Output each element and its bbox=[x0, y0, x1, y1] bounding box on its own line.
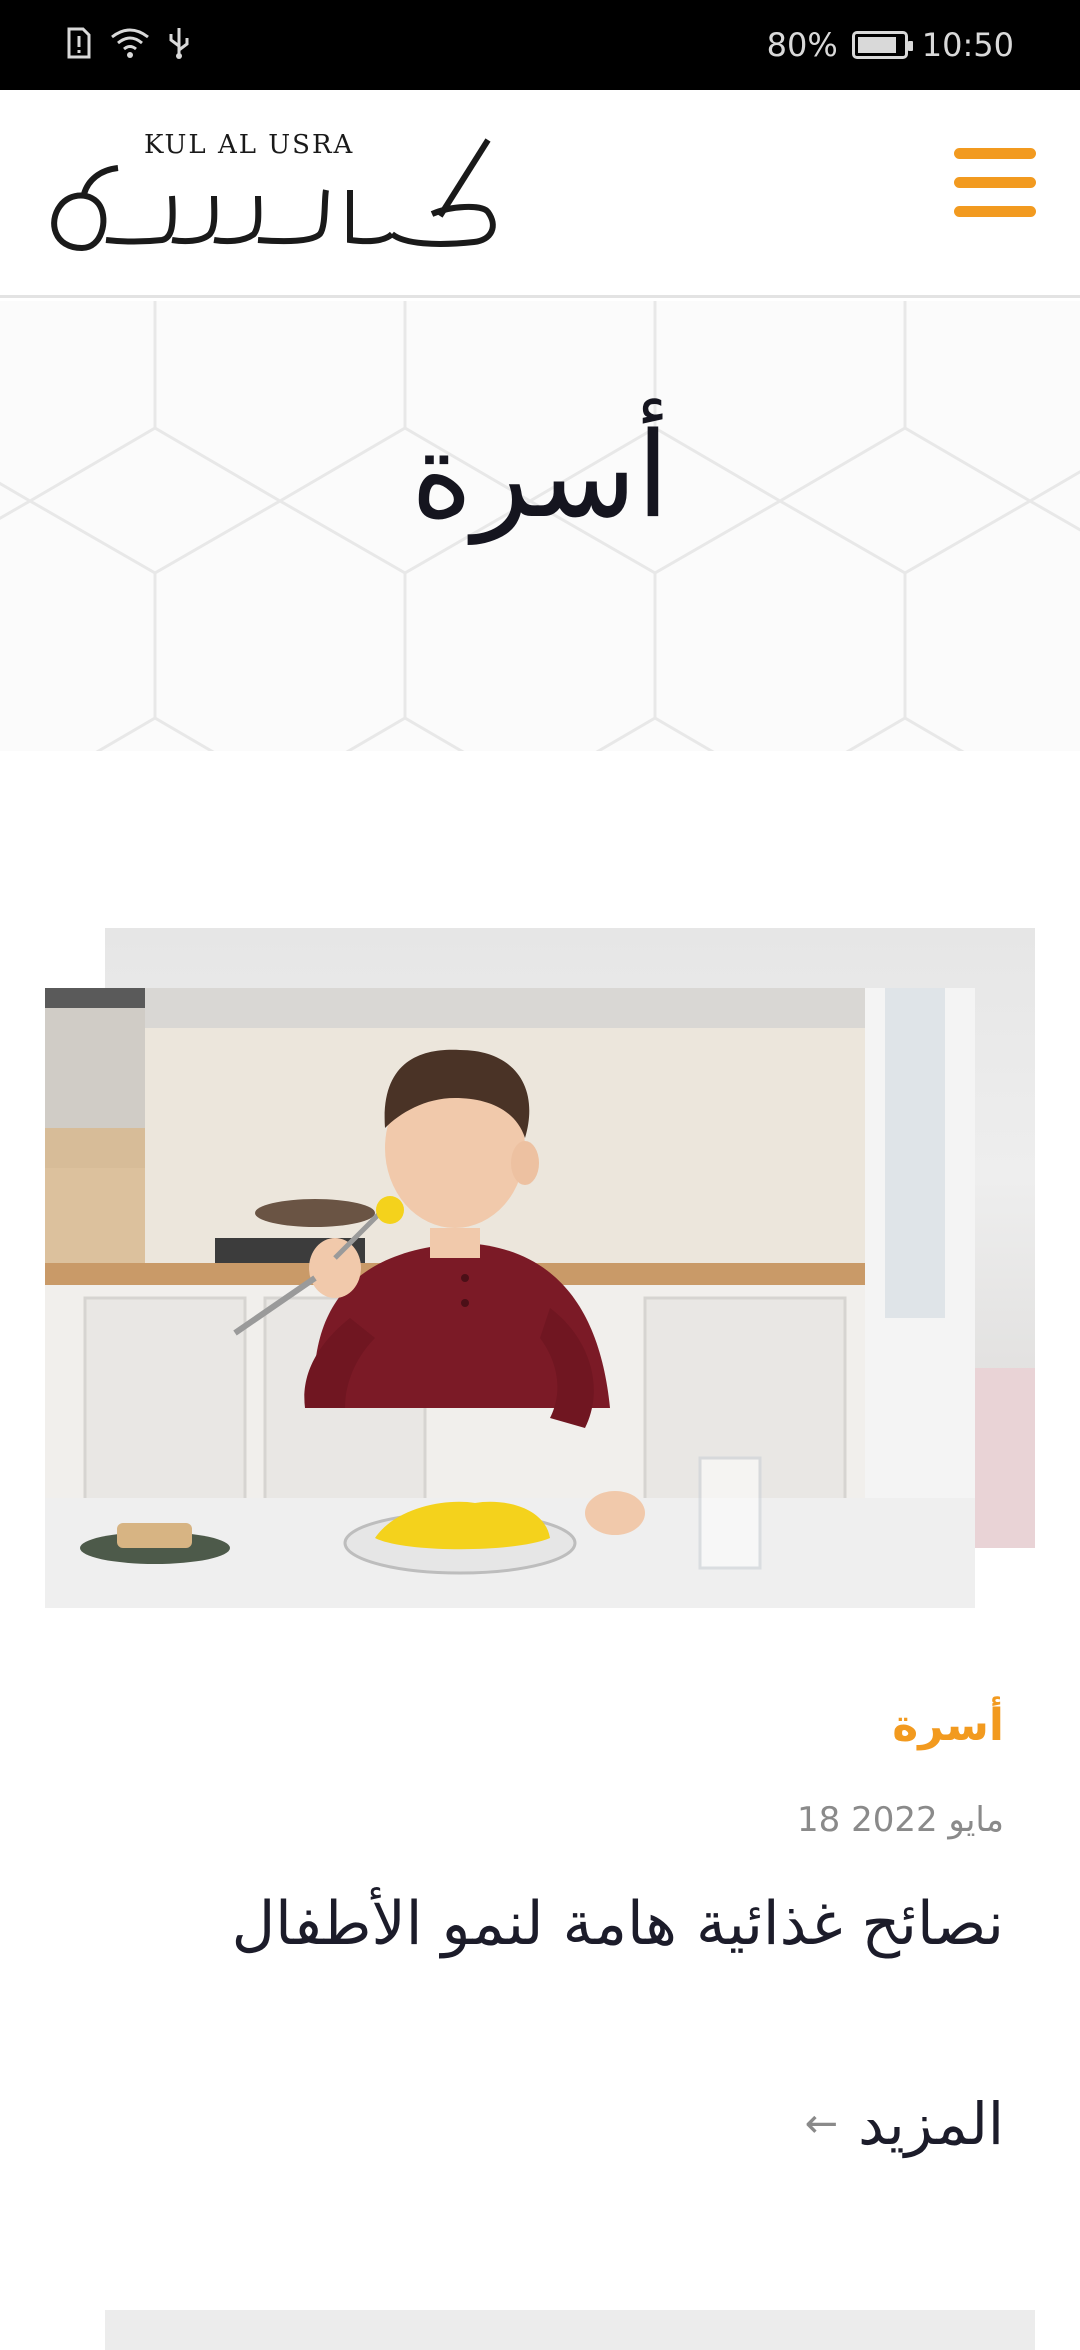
logo-arabic-mark bbox=[51, 138, 496, 252]
article-title-link[interactable]: نصائح غذائية هامة لنمو الأطفال bbox=[204, 1880, 1004, 1968]
battery-charging-icon bbox=[851, 31, 913, 59]
usb-icon bbox=[168, 26, 190, 64]
site-logo[interactable]: KUL AL USRA bbox=[44, 130, 504, 260]
article-image[interactable] bbox=[45, 988, 975, 1608]
article-category-link[interactable]: أسرة bbox=[892, 1700, 1004, 1751]
hamburger-menu-icon[interactable] bbox=[954, 148, 1036, 228]
clock: 10:50 bbox=[921, 26, 1014, 64]
arrow-left-icon: ← bbox=[804, 2101, 839, 2147]
category-hero: أسرة bbox=[0, 301, 1080, 751]
sim-alert-icon bbox=[66, 27, 92, 63]
article-image-frame[interactable] bbox=[45, 928, 1035, 1608]
page-title: أسرة bbox=[410, 406, 670, 544]
read-more-link[interactable]: ← المزيد bbox=[805, 2090, 1004, 2158]
wifi-icon bbox=[110, 27, 150, 63]
article-date: 18 مايو 2022 bbox=[796, 1800, 1004, 1840]
next-article-image[interactable] bbox=[105, 2310, 1035, 2350]
read-more-label: المزيد bbox=[858, 2090, 1004, 2158]
battery-percent: 80% bbox=[766, 26, 838, 64]
status-bar: 80% 10:50 bbox=[0, 0, 1080, 90]
site-header: KUL AL USRA bbox=[0, 90, 1080, 298]
